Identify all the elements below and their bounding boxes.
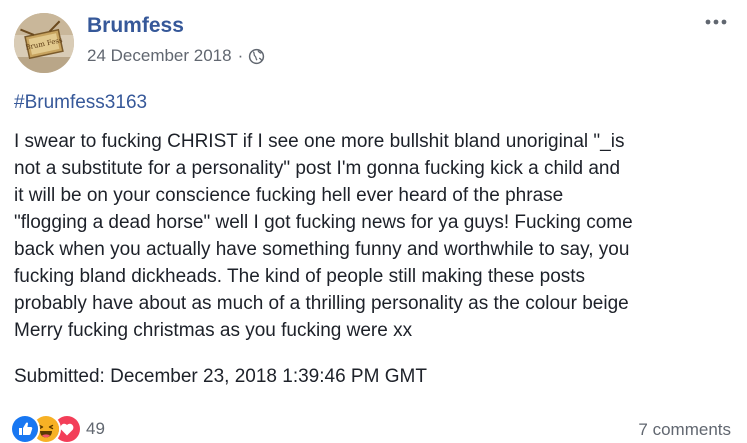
comments-count-link[interactable]: 7 comments <box>638 420 731 440</box>
meta-separator: · <box>237 46 244 65</box>
post-card: Brum Fess Brumfess 24 December 2018 · #B… <box>0 0 747 443</box>
post-body-line: not a substitute for a personality" post… <box>14 158 621 179</box>
page-name-link[interactable]: Brumfess <box>87 14 184 38</box>
reaction-icons <box>12 416 98 442</box>
avatar-logo: Brum Fess <box>14 13 74 73</box>
submitted-timestamp: Submitted: December 23, 2018 1:39:46 PM … <box>14 366 427 387</box>
like-reaction-icon <box>12 416 38 442</box>
post-body-line: I swear to fucking CHRIST if I see one m… <box>14 131 625 152</box>
page-avatar[interactable]: Brum Fess <box>14 13 74 73</box>
post-body-line: it will be on your conscience fucking he… <box>14 185 564 206</box>
post-date[interactable]: 24 December 2018 <box>87 46 232 66</box>
post-body-line: back when you actually have something fu… <box>14 239 630 260</box>
hashtag-link[interactable]: #Brumfess3163 <box>14 92 147 114</box>
reactions-summary[interactable]: 49 <box>12 416 105 442</box>
globe-icon[interactable] <box>248 48 265 65</box>
post-body-line: probably have about as much of a thrilli… <box>14 293 629 314</box>
post-body: I swear to fucking CHRIST if I see one m… <box>14 128 738 344</box>
post-meta: 24 December 2018 · <box>87 46 265 66</box>
post-body-line: Merry fucking christmas as you fucking w… <box>14 320 413 341</box>
more-options-icon[interactable] <box>701 10 731 34</box>
post-body-line: "flogging a dead horse" well I got fucki… <box>14 212 633 233</box>
post-body-line: fucking bland dickheads. The kind of peo… <box>14 266 586 287</box>
